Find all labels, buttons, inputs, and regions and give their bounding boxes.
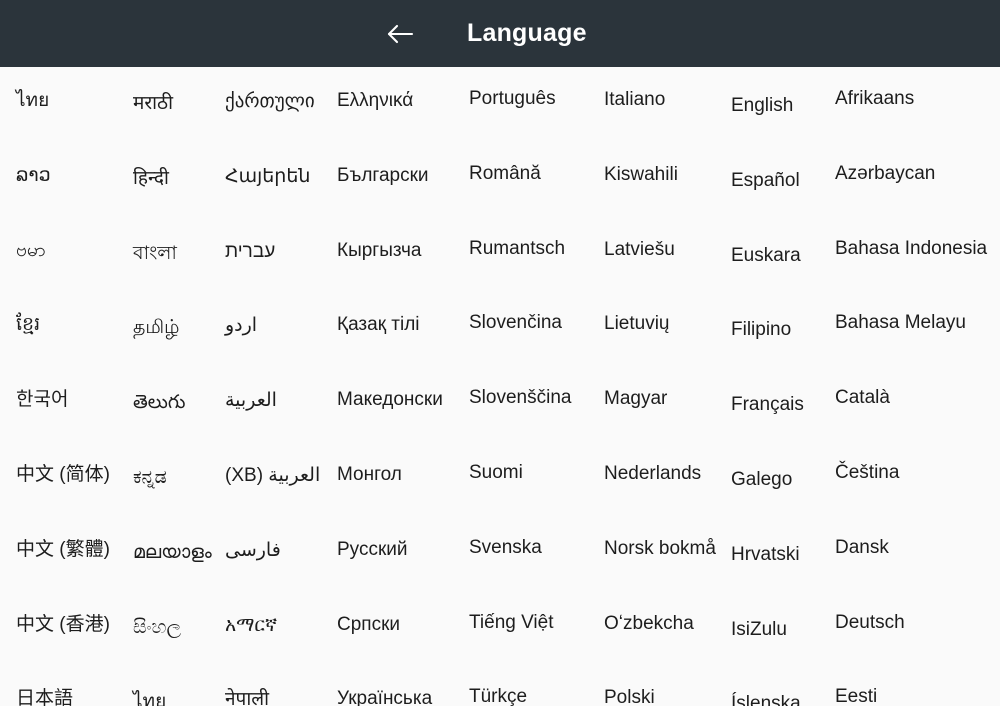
- language-option[interactable]: বাংলা: [133, 241, 177, 267]
- language-option[interactable]: Filipino: [731, 317, 791, 343]
- language-option[interactable]: Српски: [337, 612, 400, 638]
- language-option[interactable]: עברית: [225, 239, 275, 265]
- language-option[interactable]: हिन्दी: [133, 166, 169, 192]
- language-option[interactable]: Tiếng Việt: [469, 610, 554, 636]
- language-option[interactable]: فارسی: [225, 538, 281, 564]
- language-option[interactable]: मराठी: [133, 91, 173, 117]
- language-option[interactable]: Íslenska: [731, 691, 801, 706]
- language-option[interactable]: Հայերեն: [225, 164, 310, 190]
- language-option[interactable]: ລາວ: [16, 163, 51, 189]
- language-option[interactable]: Čeština: [835, 460, 899, 486]
- language-option[interactable]: Català: [835, 385, 890, 411]
- language-option[interactable]: Українська: [337, 686, 432, 706]
- language-option[interactable]: اردو: [225, 313, 257, 339]
- language-option[interactable]: Hrvatski: [731, 542, 800, 568]
- language-option[interactable]: ქართული: [225, 89, 315, 115]
- language-option[interactable]: മലയാളം: [133, 540, 212, 566]
- language-option[interactable]: Latviešu: [604, 237, 675, 263]
- language-option[interactable]: 中文 (香港): [16, 612, 110, 638]
- language-option[interactable]: 日本語: [16, 686, 73, 706]
- language-option[interactable]: Қазақ тілі: [337, 312, 420, 338]
- language-option[interactable]: Bahasa Melayu: [835, 310, 966, 336]
- language-option[interactable]: Dansk: [835, 535, 889, 561]
- language-option[interactable]: Polski: [604, 685, 655, 706]
- language-grid[interactable]: ไทย ລາວ ဗမာ ខ្មែរ 한국어 中文 (简体) 中文 (繁體) 中文 (香港) 日本…: [0, 67, 1000, 706]
- language-option[interactable]: తెలుగు: [133, 390, 185, 416]
- language-option[interactable]: Türkçe: [469, 684, 527, 706]
- language-option[interactable]: ខ្មែរ: [16, 312, 40, 338]
- language-option[interactable]: Euskara: [731, 243, 801, 269]
- language-option[interactable]: ไทย: [16, 88, 49, 114]
- language-option[interactable]: IsiZulu: [731, 617, 787, 643]
- language-option[interactable]: தமிழ்: [133, 315, 179, 341]
- page-title: Language: [467, 19, 587, 47]
- language-picker-screen: Language ไทย ລາວ ဗမာ ខ្មែរ 한국어 中文 (简体) 中文 (繁體)…: [0, 0, 1000, 706]
- language-option[interactable]: Italiano: [604, 87, 665, 113]
- language-option[interactable]: Кыргызча: [337, 238, 421, 264]
- language-option[interactable]: Español: [731, 168, 800, 194]
- arrow-left-icon: [385, 22, 415, 46]
- language-option[interactable]: Български: [337, 163, 429, 189]
- language-option[interactable]: Slovenčina: [469, 310, 562, 336]
- language-option[interactable]: Afrikaans: [835, 86, 914, 112]
- language-option[interactable]: සිංහල: [133, 615, 181, 641]
- language-option[interactable]: Magyar: [604, 386, 667, 412]
- language-option[interactable]: Svenska: [469, 535, 542, 561]
- app-bar: Language: [0, 0, 1000, 67]
- language-option[interactable]: Lietuvių: [604, 311, 670, 337]
- language-option[interactable]: Galego: [731, 467, 792, 493]
- language-option[interactable]: العربية: [225, 388, 277, 414]
- language-option[interactable]: Rumantsch: [469, 236, 565, 262]
- language-option[interactable]: 中文 (简体): [16, 462, 110, 488]
- language-option[interactable]: नेपाली: [225, 687, 269, 706]
- language-option[interactable]: Bahasa Indonesia: [835, 236, 987, 262]
- language-option[interactable]: Oʻzbekcha: [604, 611, 694, 637]
- language-option[interactable]: ဗမာ: [16, 238, 46, 264]
- language-option[interactable]: Română: [469, 161, 541, 187]
- language-option[interactable]: العربية (XB): [225, 463, 320, 489]
- language-option[interactable]: Македонски: [337, 387, 443, 413]
- language-option[interactable]: Монгол: [337, 462, 402, 488]
- language-option[interactable]: Kiswahili: [604, 162, 678, 188]
- language-option[interactable]: አማርኛ: [225, 613, 277, 639]
- language-option[interactable]: 한국어: [16, 387, 68, 413]
- language-option[interactable]: English: [731, 93, 793, 119]
- language-option[interactable]: Nederlands: [604, 461, 701, 487]
- language-option[interactable]: Eesti: [835, 684, 877, 706]
- language-option[interactable]: Deutsch: [835, 610, 905, 636]
- language-option[interactable]: 中文 (繁體): [16, 537, 110, 563]
- language-option[interactable]: Suomi: [469, 460, 523, 486]
- language-option[interactable]: ไทย: [133, 689, 166, 706]
- language-option[interactable]: Русский: [337, 537, 408, 563]
- language-option[interactable]: Slovenščina: [469, 385, 571, 411]
- language-option[interactable]: Ελληνικά: [337, 88, 413, 114]
- back-button[interactable]: [378, 13, 422, 55]
- language-option[interactable]: Français: [731, 392, 804, 418]
- language-option[interactable]: Norsk bokmå: [604, 536, 716, 562]
- language-option[interactable]: ಕನ್ನಡ: [133, 465, 167, 491]
- language-option[interactable]: Azərbaycan: [835, 161, 935, 187]
- language-option[interactable]: Português: [469, 86, 556, 112]
